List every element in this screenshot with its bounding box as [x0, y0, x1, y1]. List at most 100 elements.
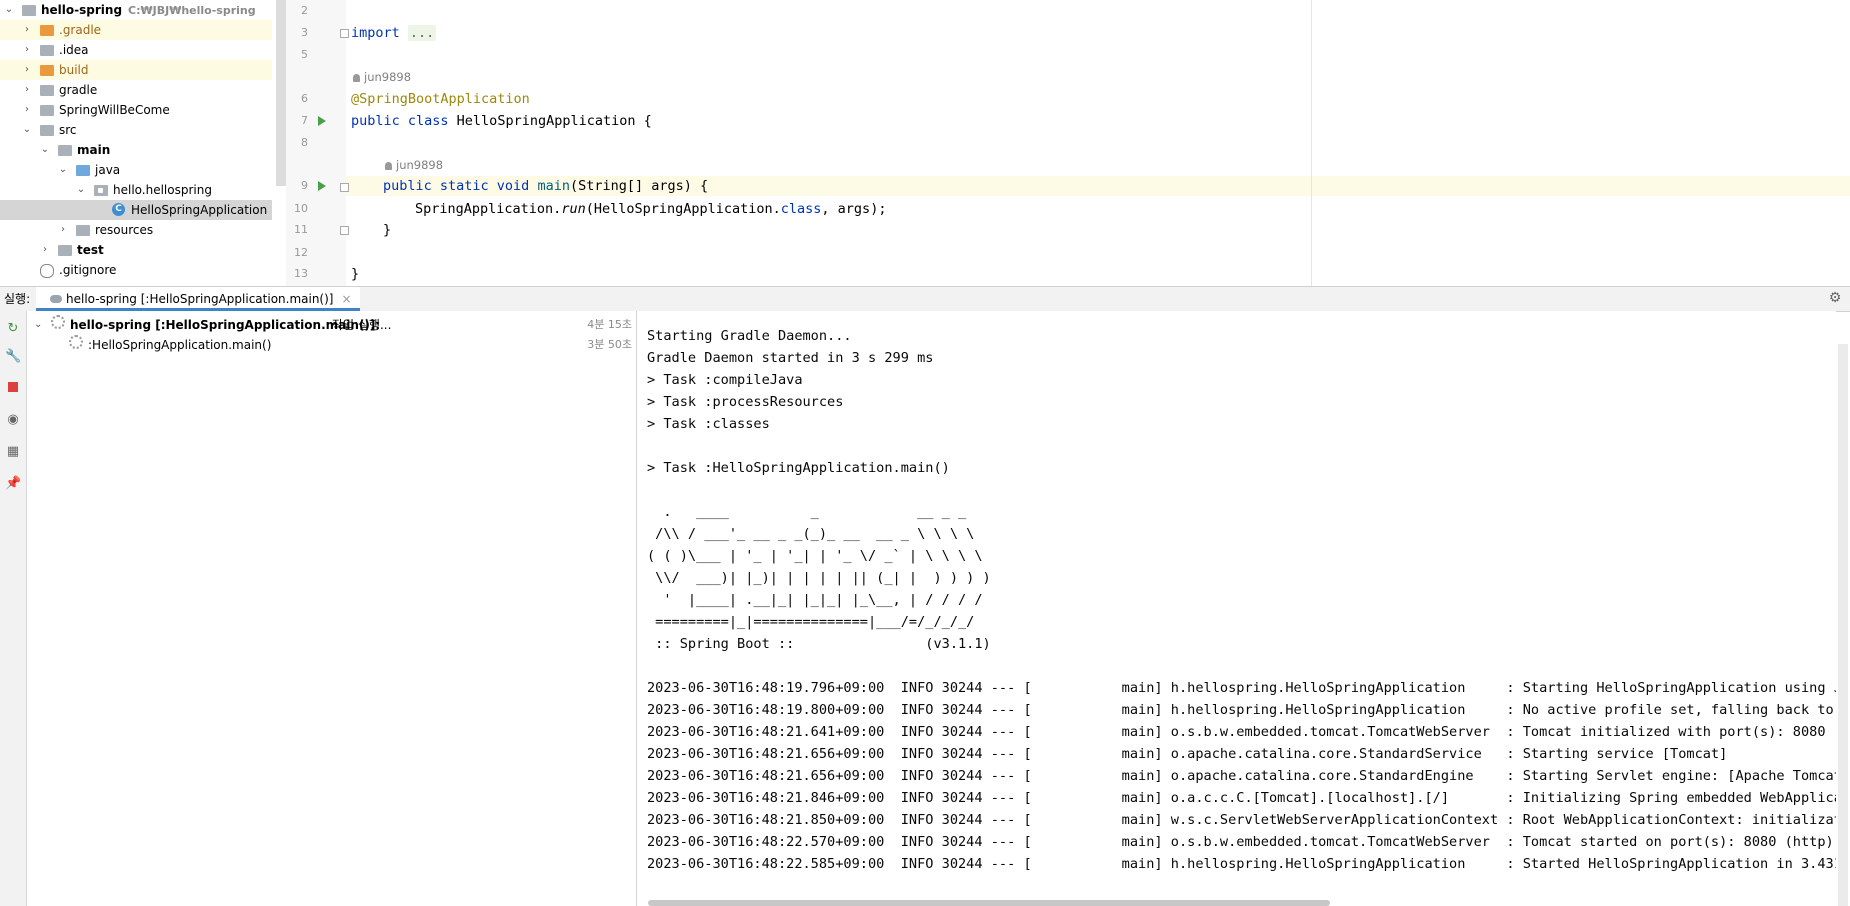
chevron-down-icon[interactable]: ⌄ [3, 0, 15, 20]
code-editor[interactable] [346, 0, 1850, 286]
tree-item-idea[interactable]: › .idea [0, 40, 272, 60]
pin-icon[interactable]: 📌 [5, 476, 21, 492]
fold-icon[interactable] [340, 29, 349, 38]
console-line: > Task :processResources [647, 394, 844, 410]
run-toolwindow-header: 실행: hello-spring [:HelloSpringApplicatio… [0, 286, 1850, 312]
tree-item-label: build [59, 63, 89, 77]
right-margin-guide [1311, 0, 1312, 286]
tree-item-label: HelloSpringApplication [131, 203, 268, 217]
run-tree-root[interactable]: ⌄ hello-spring [:HelloSpringApplication.… [27, 315, 636, 335]
chevron-right-icon[interactable]: › [21, 40, 33, 60]
tree-item-src[interactable]: ⌄ src [0, 120, 272, 140]
chevron-down-icon[interactable]: ⌄ [34, 315, 42, 335]
tree-item-java[interactable]: ⌄ java [0, 160, 272, 180]
person-icon [385, 162, 392, 170]
line-number: 2 [301, 4, 308, 17]
code-keyword: public static void [383, 178, 530, 194]
code-author-hint[interactable]: jun9898 [353, 68, 411, 86]
tree-item-build[interactable]: › build [0, 60, 272, 80]
tree-item-label: hello.hellospring [113, 183, 212, 197]
chevron-right-icon[interactable]: › [21, 20, 33, 40]
person-icon [353, 74, 360, 82]
close-icon[interactable]: × [341, 292, 351, 306]
tree-item-springwillbecome[interactable]: › SpringWillBeCome [0, 100, 272, 120]
code-author-hint[interactable]: jun9898 [385, 156, 443, 174]
eye-icon[interactable]: ◉ [5, 412, 21, 428]
chevron-down-icon[interactable]: ⌄ [57, 160, 69, 180]
tree-item-label: resources [95, 223, 154, 237]
tree-item-main[interactable]: ⌄ main [0, 140, 272, 160]
run-tree-root-status: 작업 실행... [332, 318, 392, 332]
console-line: 2023-06-30T16:48:21.656+09:00 INFO 30244… [647, 768, 1836, 784]
fold-icon[interactable] [340, 183, 349, 192]
chevron-right-icon[interactable]: › [21, 100, 33, 120]
console-line: > Task :HelloSpringApplication.main() [647, 460, 950, 476]
console-line: . ____ _ __ _ _ [647, 504, 967, 520]
chevron-down-icon[interactable]: ⌄ [39, 140, 51, 160]
chevron-down-icon[interactable]: ⌄ [21, 120, 33, 140]
code-line-import: import ... [351, 23, 437, 43]
project-tree: ⌄ hello-spring C:₩JBJ₩hello-spring › .gra… [0, 0, 272, 286]
code-text: HelloSpringApplication { [448, 113, 652, 129]
fold-icon[interactable] [340, 226, 349, 235]
stop-button[interactable] [5, 381, 21, 397]
tree-item-gitignore[interactable]: .gitignore [0, 260, 272, 280]
code-static-method: run [561, 201, 586, 217]
chevron-right-icon[interactable]: › [21, 60, 33, 80]
layout-icon[interactable]: ▦ [5, 444, 21, 460]
console-line: \\/ ___)| |_)| | | | | || (_| | ) ) ) ) [647, 570, 991, 586]
author-name: jun9898 [396, 158, 444, 172]
project-scrollbar[interactable] [276, 0, 286, 186]
console-vertical-scrollbar[interactable] [1838, 344, 1848, 906]
code-keyword: import [351, 25, 400, 41]
tree-item-package[interactable]: ⌄ hello.hellospring [0, 180, 272, 200]
tree-item-label: gradle [59, 83, 98, 97]
tree-item-label: src [59, 123, 77, 137]
code-line-run: SpringApplication.run(HelloSpringApplica… [415, 199, 886, 219]
run-gutter-icon[interactable] [318, 116, 326, 126]
tree-item-label: .gitignore [59, 263, 117, 277]
console-line: 2023-06-30T16:48:22.585+09:00 INFO 30244… [647, 856, 1836, 872]
tree-item-test[interactable]: › test [0, 240, 272, 260]
tree-item-hellospringapplication[interactable]: C HelloSpringApplication [0, 200, 272, 220]
console-line: 2023-06-30T16:48:19.796+09:00 INFO 30244… [647, 680, 1836, 696]
console-line: 2023-06-30T16:48:21.846+09:00 INFO 30244… [647, 790, 1836, 806]
code-line-close-method: } [383, 222, 392, 238]
tree-item-root[interactable]: ⌄ hello-spring C:₩JBJ₩hello-spring [0, 0, 272, 20]
folder-icon [40, 45, 54, 56]
folder-icon [40, 125, 54, 136]
run-tree-child[interactable]: :HelloSpringApplication.main() 3분 50초 [27, 335, 636, 355]
folder-icon [40, 105, 54, 116]
line-number: 7 [301, 114, 308, 127]
chevron-right-icon[interactable]: › [39, 240, 51, 260]
run-gutter-icon[interactable] [318, 181, 326, 191]
gear-icon[interactable]: ⚙ [1828, 291, 1842, 305]
tree-item-label: .idea [59, 43, 89, 57]
gradle-icon [50, 295, 62, 303]
console-output[interactable]: Starting Gradle Daemon... Gradle Daemon … [637, 311, 1836, 906]
tree-item-gradle-cache[interactable]: › .gradle [0, 20, 272, 40]
folder-icon [76, 225, 90, 236]
code-text: (String[] args) { [569, 178, 709, 194]
author-name: jun9898 [364, 70, 412, 84]
tree-item-label: test [77, 243, 104, 257]
run-tree-time: 4분 15초 [587, 318, 632, 331]
run-tree-child-label: :HelloSpringApplication.main() [88, 338, 272, 352]
rerun-icon[interactable]: ↻ [5, 321, 21, 337]
chevron-right-icon[interactable]: › [21, 80, 33, 100]
wrench-icon[interactable]: 🔧 [5, 349, 21, 365]
folder-icon [22, 5, 36, 16]
class-icon: C [112, 203, 125, 216]
run-tab[interactable]: hello-spring [:HelloSpringApplication.ma… [36, 287, 360, 311]
folded-imports[interactable]: ... [407, 25, 437, 41]
line-number: 5 [301, 48, 308, 61]
tree-item-gradle[interactable]: › gradle [0, 80, 272, 100]
chevron-down-icon[interactable]: ⌄ [75, 180, 87, 200]
tree-item-resources[interactable]: › resources [0, 220, 272, 240]
spinner-icon [69, 335, 83, 349]
code-keyword: public class [351, 113, 449, 129]
console-horizontal-scrollbar[interactable] [648, 900, 1330, 906]
chevron-right-icon[interactable]: › [57, 220, 69, 240]
run-tab-title: hello-spring [:HelloSpringApplication.ma… [66, 292, 334, 306]
